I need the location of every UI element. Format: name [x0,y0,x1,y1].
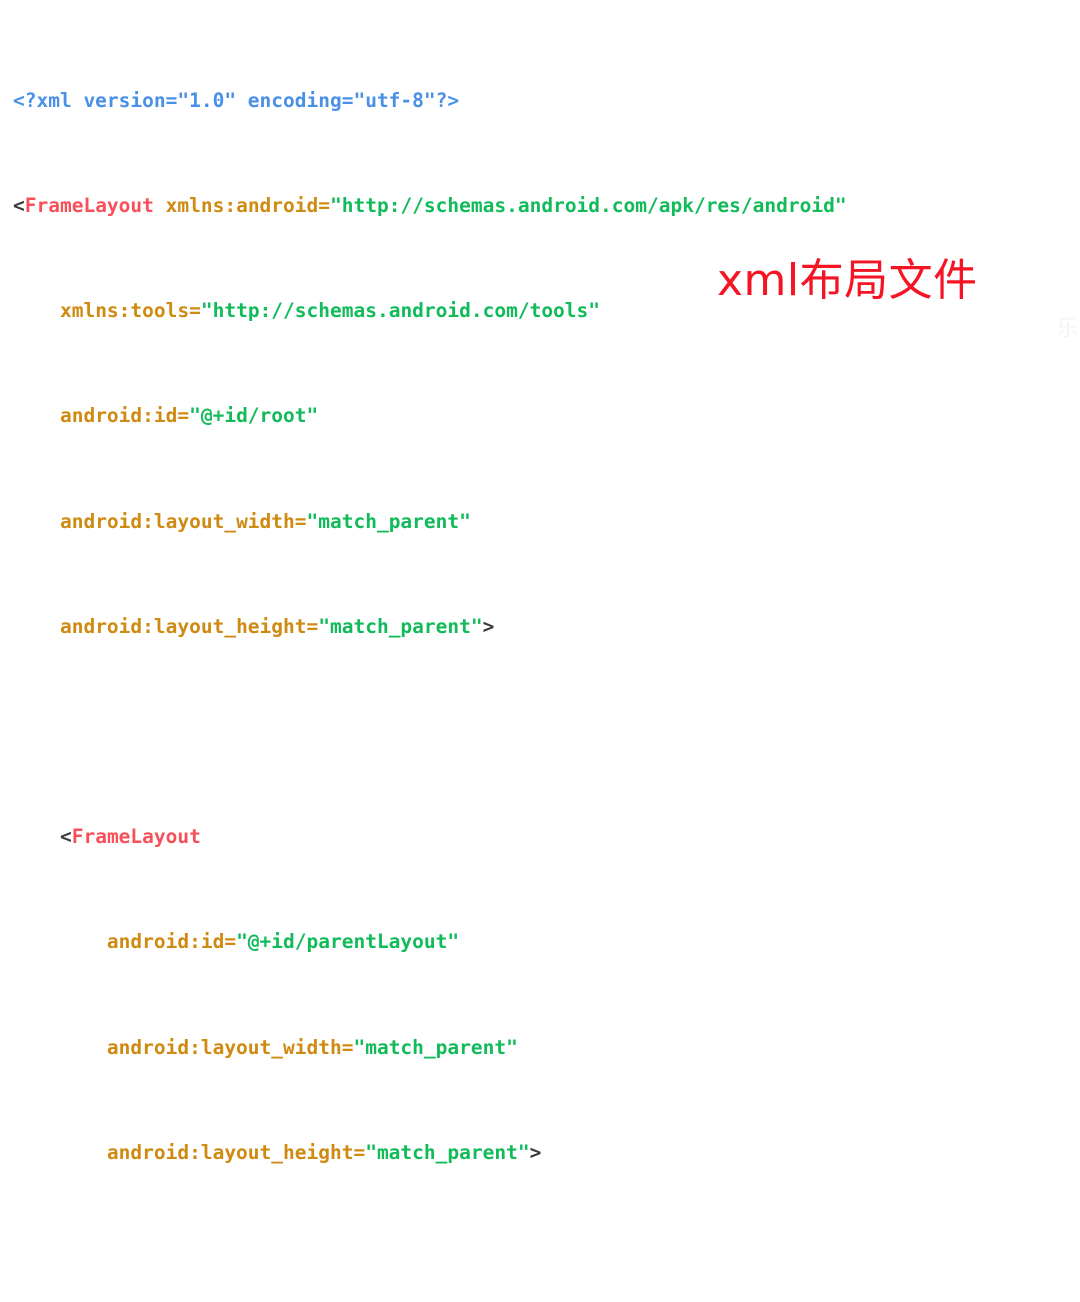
code-line: android:id="@+id/root" [13,403,847,429]
angle-close: > [529,1140,542,1164]
code-line: android:layout_height="match_parent"> [13,614,847,640]
value-layout-height: "match_parent" [365,1140,530,1164]
attr-android-id-parentlayout: android:id= [106,930,237,954]
code-line: android:id="@+id/parentLayout" [13,929,847,955]
value-layout-height: "match_parent" [318,614,483,638]
value-layout-width: "match_parent" [306,509,471,533]
code-line: android:layout_width="match_parent" [13,509,847,535]
attr-xmlns-android: xmlns:android= [165,194,331,218]
code-line: <?xml version="1.0" encoding="utf-8"?> [13,88,847,114]
tag-name-framelayout-root: FrameLayout [24,194,154,218]
value-android-id-parentlayout: "@+id/parentLayout" [236,930,460,954]
code-line: <FrameLayout xmlns:android="http://schem… [13,193,847,219]
tag-name-framelayout-parent: FrameLayout [71,825,201,849]
attr-layout-width: android:layout_width= [59,509,307,533]
value-android-id-root: "@+id/root" [189,404,319,428]
angle-open: < [13,194,25,218]
value-xmlns-tools: "http://schemas.android.com/tools" [200,299,601,323]
angle-close: > [482,614,495,638]
code-line: android:layout_width="match_parent" [13,1035,847,1061]
code-surface: <?xml version="1.0" encoding="utf-8"?> <… [0,0,1080,1164]
annotation-xml-layout-file: xml布局文件 [717,255,978,306]
attr-layout-width: android:layout_width= [106,1035,354,1059]
code-line: android:layout_height="match_parent"> [13,1140,847,1166]
code-line: <FrameLayout [13,824,847,850]
xml-code-block[interactable]: <?xml version="1.0" encoding="utf-8"?> <… [13,9,847,1302]
watermark-glyph: 乐 [1057,316,1078,340]
angle-open: < [59,825,72,849]
xml-prolog: <?xml version="1.0" encoding="utf-8"?> [13,88,460,112]
attr-android-id-root: android:id= [59,404,190,428]
attr-layout-height: android:layout_height= [106,1140,366,1164]
attr-layout-height: android:layout_height= [59,614,319,638]
value-layout-width: "match_parent" [353,1035,518,1059]
value-xmlns-android: "http://schemas.android.com/apk/res/andr… [330,194,847,218]
attr-xmlns-tools: xmlns:tools= [59,299,201,323]
